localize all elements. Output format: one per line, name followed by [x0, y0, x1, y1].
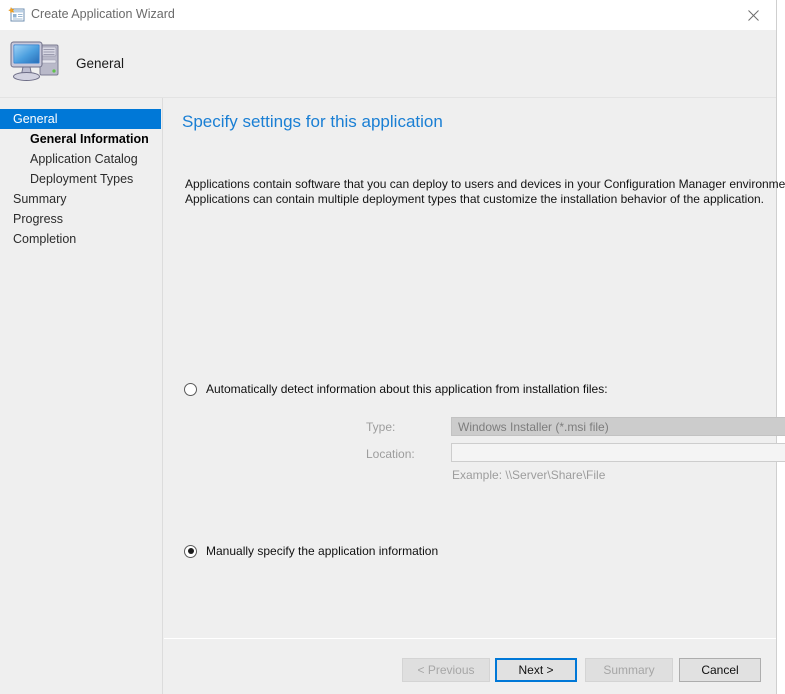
title-bar: Create Application Wizard — [0, 0, 776, 30]
sidebar-item-general[interactable]: General — [0, 109, 161, 129]
sidebar-item-completion[interactable]: Completion — [0, 229, 162, 249]
wizard-window-icon — [8, 7, 25, 23]
previous-button[interactable]: < Previous — [402, 658, 490, 682]
summary-button[interactable]: Summary — [585, 658, 673, 682]
wizard-footer: < Previous Next > Summary Cancel — [164, 638, 776, 694]
sidebar-item-application-catalog[interactable]: Application Catalog — [0, 149, 162, 169]
computer-monitor-icon — [8, 34, 66, 88]
radio-manual-specify-label: Manually specify the application informa… — [206, 544, 439, 558]
create-application-wizard-dialog: Create Application Wizard General Genera… — [0, 0, 785, 694]
location-label: Location: — [366, 447, 415, 461]
page-title: Specify settings for this application — [182, 112, 443, 131]
close-icon[interactable] — [731, 0, 776, 30]
sidebar-item-deployment-types[interactable]: Deployment Types — [0, 169, 162, 189]
next-button[interactable]: Next > — [495, 658, 577, 682]
radio-checked-icon — [184, 544, 197, 558]
chevron-down-icon — [780, 423, 785, 430]
wizard-content-pane: Specify settings for this application Ap… — [164, 98, 785, 638]
header-title: General — [76, 56, 125, 71]
page-description: Applications contain software that you c… — [185, 177, 785, 207]
radio-auto-detect[interactable]: Automatically detect information about t… — [184, 382, 608, 396]
type-label: Type: — [366, 420, 396, 434]
radio-manual-specify[interactable]: Manually specify the application informa… — [184, 544, 438, 558]
description-line-2: Applications can contain multiple deploy… — [185, 192, 765, 206]
wizard-header: General — [0, 30, 776, 98]
sidebar-item-summary[interactable]: Summary — [0, 189, 162, 209]
wizard-step-navigation: General General Information Application … — [0, 98, 163, 694]
location-input[interactable] — [451, 443, 785, 462]
radio-auto-detect-label: Automatically detect information about t… — [206, 382, 608, 396]
radio-unchecked-icon — [184, 382, 197, 396]
sidebar-item-progress[interactable]: Progress — [0, 209, 162, 229]
description-line-1: Applications contain software that you c… — [185, 177, 785, 191]
window-title: Create Application Wizard — [31, 7, 175, 21]
location-example-hint: Example: \\Server\Share\File — [452, 468, 606, 482]
sidebar-item-general-information[interactable]: General Information — [0, 129, 162, 149]
type-dropdown[interactable]: Windows Installer (*.msi file) — [451, 417, 785, 436]
cancel-button[interactable]: Cancel — [679, 658, 761, 682]
type-dropdown-value: Windows Installer (*.msi file) — [458, 419, 609, 434]
